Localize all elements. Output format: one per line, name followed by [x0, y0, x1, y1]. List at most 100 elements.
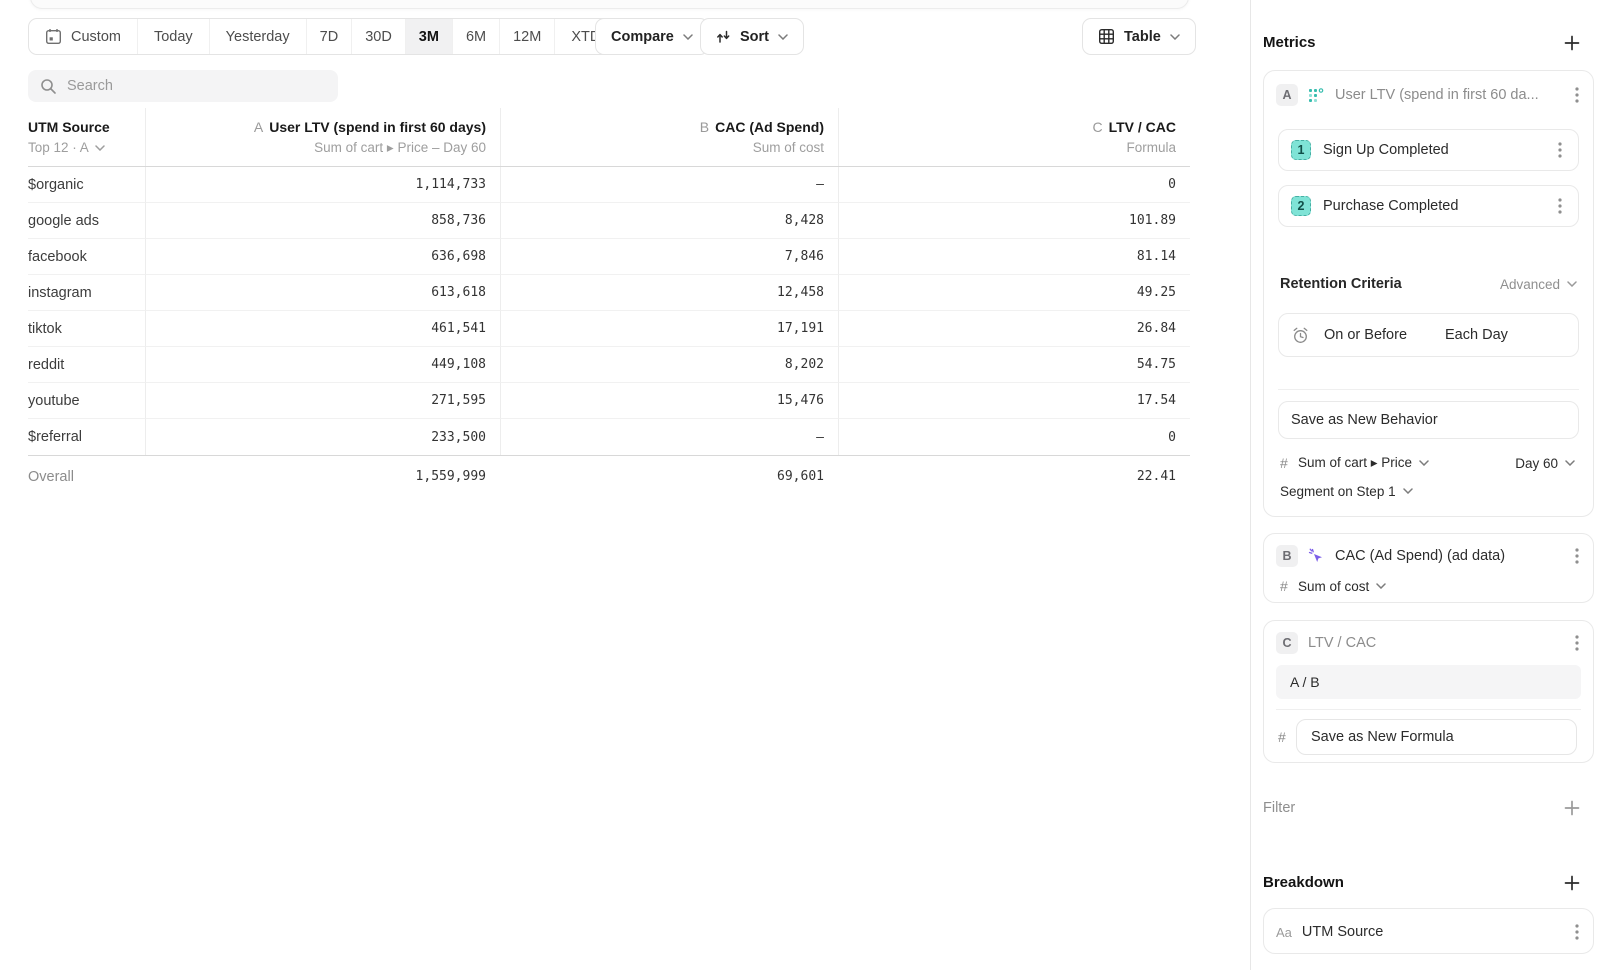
add-breakdown-button[interactable]	[1564, 875, 1580, 891]
divider	[1278, 389, 1579, 390]
aggregation-row: # Sum of cart ▸ Price Day 60	[1280, 453, 1577, 473]
advanced-dropdown[interactable]: Advanced	[1500, 277, 1577, 292]
table-header: UTM Source Top 12 · A AUser LTV (spend i…	[28, 108, 1190, 167]
breakdown-menu-button[interactable]	[1571, 922, 1583, 942]
breakdown-item-label: UTM Source	[1302, 924, 1561, 940]
retention-operator[interactable]: On or Before	[1324, 327, 1407, 343]
filter-section-header: Filter	[1263, 800, 1594, 816]
aggregation-dropdown[interactable]: Sum of cart ▸ Price	[1298, 455, 1429, 471]
metrics-section-header: Metrics	[1263, 34, 1594, 51]
search-box	[28, 70, 338, 102]
filter-title: Filter	[1263, 800, 1295, 816]
metric-a-menu-button[interactable]	[1571, 85, 1583, 105]
string-property-icon: Aa	[1276, 925, 1292, 940]
canvas-top-edge	[30, 0, 1189, 9]
date-range-6m[interactable]: 6M	[453, 19, 500, 54]
metric-b-menu-button[interactable]	[1571, 546, 1583, 566]
chevron-down-icon	[1170, 34, 1180, 40]
table-row[interactable]: $referral 233,500 – 0	[28, 419, 1190, 455]
formula-input[interactable]: A / B	[1276, 665, 1581, 699]
retention-period[interactable]: Each Day	[1445, 327, 1508, 343]
add-filter-button[interactable]	[1564, 800, 1580, 816]
behavior-metric-icon	[1308, 87, 1325, 104]
metric-a-title: User LTV (spend in first 60 da...	[1335, 87, 1561, 103]
metric-c-badge: C	[1276, 632, 1298, 654]
table-row[interactable]: reddit 449,108 8,202 54.75	[28, 347, 1190, 383]
table-body: $organic 1,114,733 – 0 google ads 858,73…	[28, 167, 1190, 455]
metric-a-badge: A	[1276, 84, 1298, 106]
day-range-dropdown[interactable]: Day 60	[1515, 456, 1577, 471]
table-row[interactable]: facebook 636,698 7,846 81.14	[28, 239, 1190, 275]
sort-button[interactable]: Sort	[700, 18, 804, 55]
date-range-7d[interactable]: 7D	[307, 19, 353, 54]
step-2-label: Purchase Completed	[1323, 198, 1542, 214]
segment-label: Custom	[71, 29, 121, 45]
metric-c-header: C LTV / CAC	[1276, 631, 1583, 655]
segment-on-step-dropdown[interactable]: Segment on Step 1	[1280, 484, 1413, 499]
retention-timing-box[interactable]: On or Before Each Day	[1278, 313, 1579, 357]
breakdown-table: UTM Source Top 12 · A AUser LTV (spend i…	[28, 108, 1190, 497]
metric-c-card[interactable]: C LTV / CAC A / B # Save as New Formula	[1263, 620, 1594, 763]
date-range-3m-active[interactable]: 3M	[406, 19, 453, 54]
retention-criteria-row: Retention Criteria Advanced	[1280, 273, 1577, 295]
metric-c-menu-button[interactable]	[1571, 633, 1583, 653]
divider	[1276, 709, 1581, 710]
calendar-icon	[45, 28, 62, 45]
metric-a-card[interactable]: A User LTV (spend in first 60 da... 1 Si…	[1263, 70, 1594, 517]
search-icon	[40, 78, 57, 95]
metric-b-card[interactable]: B CAC (Ad Spend) (ad data) # Sum of cost	[1263, 533, 1594, 603]
metric-b-aggregation-row: # Sum of cost	[1280, 576, 1577, 596]
table-overall-row: Overall 1,559,999 69,601 22.41	[28, 455, 1190, 497]
alarm-clock-icon	[1291, 326, 1310, 345]
step-2-badge: 2	[1291, 196, 1311, 216]
breakdown-section-header: Breakdown	[1263, 874, 1594, 891]
save-formula-row: # Save as New Formula	[1278, 719, 1579, 755]
column-header-a[interactable]: AUser LTV (spend in first 60 days) Sum o…	[145, 108, 500, 166]
compare-button[interactable]: Compare	[595, 18, 709, 55]
metrics-title: Metrics	[1263, 34, 1316, 51]
column-header-c[interactable]: CLTV / CAC Formula	[838, 108, 1190, 166]
step-2-menu-button[interactable]	[1554, 196, 1566, 216]
column-header-utm-source[interactable]: UTM Source Top 12 · A	[28, 108, 145, 166]
ad-data-metric-icon	[1308, 548, 1325, 565]
panel-divider	[1250, 0, 1251, 970]
table-row[interactable]: instagram 613,618 12,458 49.25	[28, 275, 1190, 311]
view-type-button[interactable]: Table	[1082, 18, 1196, 55]
date-range-30d[interactable]: 30D	[352, 19, 406, 54]
date-range-custom[interactable]: Custom	[29, 19, 138, 54]
save-as-new-behavior-button[interactable]: Save as New Behavior	[1278, 401, 1579, 439]
metric-c-title: LTV / CAC	[1308, 635, 1561, 651]
retention-criteria-title: Retention Criteria	[1280, 276, 1402, 292]
funnel-step-1[interactable]: 1 Sign Up Completed	[1278, 129, 1579, 171]
table-row[interactable]: tiktok 461,541 17,191 26.84	[28, 311, 1190, 347]
table-row[interactable]: google ads 858,736 8,428 101.89	[28, 203, 1190, 239]
step-1-menu-button[interactable]	[1554, 140, 1566, 160]
step-1-badge: 1	[1291, 140, 1311, 160]
table-grid-icon	[1098, 28, 1115, 45]
breakdown-title: Breakdown	[1263, 874, 1344, 891]
table-row[interactable]: youtube 271,595 15,476 17.54	[28, 383, 1190, 419]
chevron-down-icon[interactable]	[95, 145, 105, 151]
metric-b-title: CAC (Ad Spend) (ad data)	[1335, 548, 1561, 564]
number-property-icon: #	[1280, 578, 1298, 594]
metric-a-header: A User LTV (spend in first 60 da...	[1276, 83, 1583, 107]
breakdown-utm-source-card[interactable]: Aa UTM Source	[1263, 908, 1594, 954]
save-as-new-formula-button[interactable]: Save as New Formula	[1296, 719, 1577, 755]
add-metric-button[interactable]	[1564, 35, 1580, 51]
chevron-down-icon	[778, 34, 788, 40]
metric-b-header: B CAC (Ad Spend) (ad data)	[1276, 544, 1583, 568]
segment-row: Segment on Step 1	[1280, 481, 1577, 501]
number-property-icon: #	[1280, 455, 1298, 471]
date-range-control: Custom Today Yesterday 7D 30D 3M 6M 12M …	[28, 18, 636, 55]
funnel-step-2[interactable]: 2 Purchase Completed	[1278, 185, 1579, 227]
search-input[interactable]	[67, 78, 326, 94]
sort-arrows-icon	[716, 29, 731, 44]
date-range-12m[interactable]: 12M	[500, 19, 555, 54]
metric-b-badge: B	[1276, 545, 1298, 567]
chevron-down-icon	[683, 34, 693, 40]
metric-b-aggregation-dropdown[interactable]: Sum of cost	[1298, 579, 1386, 594]
table-row[interactable]: $organic 1,114,733 – 0	[28, 167, 1190, 203]
date-range-yesterday[interactable]: Yesterday	[210, 19, 307, 54]
column-header-b[interactable]: BCAC (Ad Spend) Sum of cost	[500, 108, 838, 166]
date-range-today[interactable]: Today	[138, 19, 210, 54]
